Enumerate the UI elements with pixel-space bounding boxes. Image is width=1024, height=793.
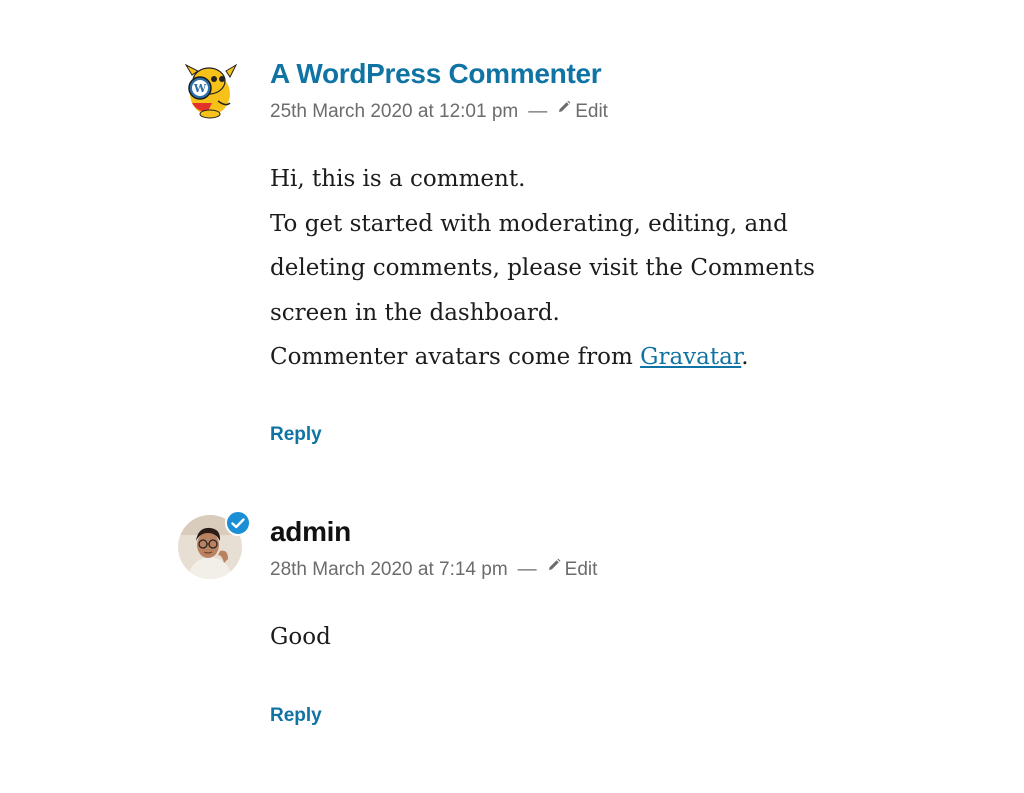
comment-meta: 28th March 2020 at 7:14 pm — Edit	[270, 558, 597, 582]
edit-label: Edit	[575, 101, 608, 122]
pencil-icon	[548, 558, 561, 570]
comment-paragraph: To get started with moderating, editing,…	[270, 210, 815, 326]
svg-text:W: W	[193, 82, 207, 95]
comment-date-link[interactable]: 25th March 2020 at 12:01 pm	[270, 101, 518, 122]
reply-link[interactable]: Reply	[270, 704, 322, 728]
comment-author: admin	[270, 516, 351, 547]
edit-comment-link[interactable]: Edit	[547, 558, 598, 580]
comment: W A WordPress Commenter 25th March 2020 …	[0, 0, 1024, 470]
wapuu-avatar-icon[interactable]: W	[178, 57, 242, 121]
comment-text: .	[741, 344, 749, 370]
meta-separator: —	[528, 101, 548, 122]
comment-paragraph: Good	[270, 624, 331, 650]
comment-paragraph: Commenter avatars come from Gravatar.	[270, 335, 850, 380]
comment-content: Hi, this is a comment. To get started wi…	[270, 157, 850, 380]
comment-author-link[interactable]: A WordPress Commenter	[270, 56, 602, 92]
comment-content: Good	[270, 615, 850, 660]
edit-label: Edit	[564, 559, 598, 580]
comment-paragraph: Hi, this is a comment.	[270, 166, 526, 192]
verified-check-icon	[225, 510, 251, 536]
reply-link[interactable]: Reply	[270, 423, 322, 447]
comment-text: Commenter avatars come from	[270, 344, 641, 370]
edit-comment-link[interactable]: Edit	[557, 100, 608, 122]
comment-meta: 25th March 2020 at 12:01 pm — Edit	[270, 100, 608, 124]
comment-date-link[interactable]: 28th March 2020 at 7:14 pm	[270, 559, 508, 580]
pencil-icon	[559, 100, 571, 112]
meta-separator: —	[517, 559, 537, 580]
gravatar-link[interactable]: Gravatar	[640, 344, 741, 370]
comment: admin 28th March 2020 at 7:14 pm — Edit Go…	[0, 470, 1024, 793]
